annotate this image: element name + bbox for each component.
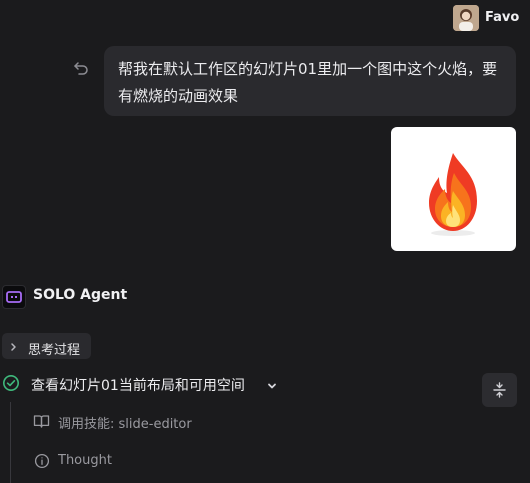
info-icon: [34, 453, 50, 469]
flame-image-attachment[interactable]: [391, 127, 516, 251]
book-icon: [33, 413, 50, 429]
user-message-text: 帮我在默认工作区的幻灯片01里加一个图中这个火焰，要有燃烧的动画效果: [118, 60, 498, 105]
user-avatar[interactable]: [453, 5, 479, 31]
chevron-right-icon: [9, 339, 19, 353]
chevron-down-icon[interactable]: [266, 377, 278, 389]
collapse-icon: [493, 382, 506, 398]
undo-icon[interactable]: [72, 59, 90, 77]
substep-skill[interactable]: 调用技能: slide-editor: [58, 413, 192, 432]
agent-name: SOLO Agent: [33, 287, 128, 303]
substep-thought[interactable]: Thought: [58, 453, 112, 468]
solo-agent-logo: [2, 285, 26, 309]
flame-image: [429, 153, 477, 236]
check-circle-icon: [2, 374, 20, 392]
user-name: Favo: [485, 10, 520, 25]
step-tree-line: [10, 402, 11, 483]
step-title[interactable]: 查看幻灯片01当前布局和可用空间: [31, 375, 245, 395]
collapse-button[interactable]: [482, 373, 517, 407]
thinking-label: 思考过程: [28, 343, 81, 358]
